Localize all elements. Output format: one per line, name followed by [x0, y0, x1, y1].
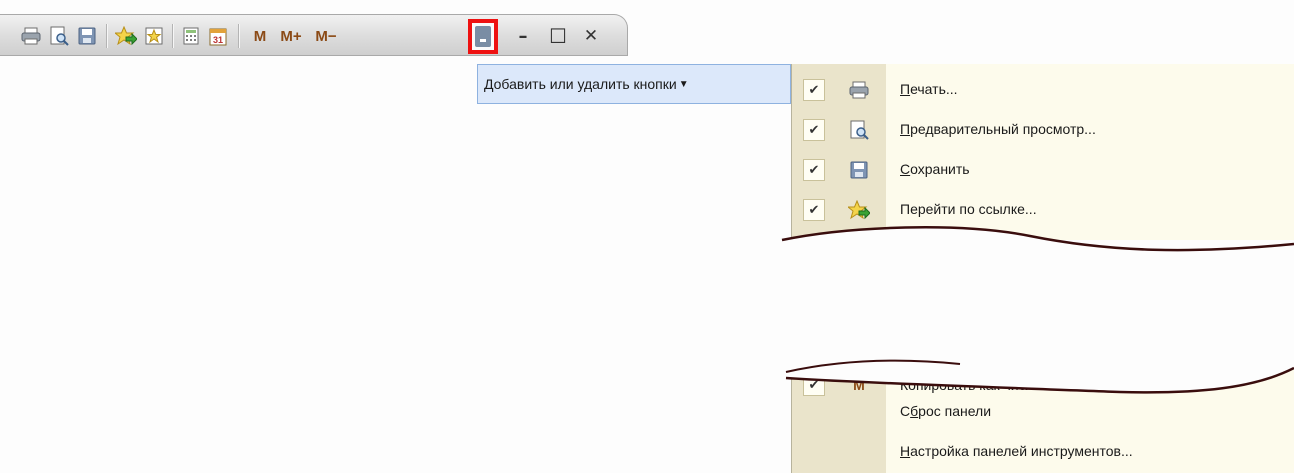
save-icon	[848, 159, 870, 181]
buttons-menu-bottom: ✔ M Копировать как число Сброс панели На…	[791, 366, 1294, 473]
menu-item-go-to-link[interactable]: ✔ Перейти по ссылке...	[792, 190, 1294, 230]
menu-item-label: Печать...	[900, 81, 958, 97]
memory-minus-button[interactable]: M−	[311, 26, 341, 46]
add-remove-buttons-dropdown[interactable]	[468, 19, 498, 54]
svg-text:31: 31	[213, 35, 223, 45]
menu-item-label: Сброс панели	[900, 403, 992, 419]
close-icon[interactable]: ✕	[580, 26, 602, 46]
save-icon[interactable]	[76, 26, 98, 46]
go-to-link-icon	[848, 199, 870, 221]
menu-item-copy-as-number[interactable]: ✔ M Копировать как число	[792, 366, 1294, 396]
menu-item-label: Предварительный просмотр...	[900, 121, 1096, 137]
toolbar: 31 M M+ M− – ☐ ✕	[0, 14, 628, 56]
menu-item-label: Сохранить	[900, 161, 970, 177]
menu-item-label: Настройка панелей инструментов...	[900, 443, 1133, 459]
memory-m-button[interactable]: M	[250, 26, 270, 46]
chevron-down-icon	[475, 26, 491, 47]
maximize-icon[interactable]: ☐	[546, 24, 570, 48]
checkbox[interactable]: ✔	[803, 119, 825, 141]
favorites-icon[interactable]	[143, 26, 165, 46]
menu-item-print[interactable]: ✔ Печать...	[792, 70, 1294, 110]
add-remove-buttons-item[interactable]: Добавить или удалить кнопки ▼	[477, 64, 791, 104]
print-preview-icon	[848, 119, 870, 141]
minimize-icon[interactable]: –	[513, 26, 533, 47]
calculator-icon[interactable]	[180, 26, 202, 46]
menu-item-label: Копировать как число	[900, 377, 1042, 393]
checkbox[interactable]: ✔	[803, 79, 825, 101]
menu-item-toolbar-settings[interactable]: Настройка панелей инструментов...	[792, 432, 1294, 472]
buttons-menu: ✔ Печать... ✔ Предварительный просмотр..…	[791, 64, 1294, 240]
print-icon	[848, 79, 870, 101]
submenu-arrow-icon: ▼	[678, 78, 689, 90]
menu-item-reset-panel[interactable]: Сброс панели	[792, 392, 1294, 432]
checkbox[interactable]: ✔	[803, 199, 825, 221]
go-to-link-icon[interactable]	[114, 26, 138, 46]
print-preview-icon[interactable]	[48, 26, 70, 46]
menu-item-print-preview[interactable]: ✔ Предварительный просмотр...	[792, 110, 1294, 150]
menu-item-label: Перейти по ссылке...	[900, 201, 1037, 217]
checkbox[interactable]: ✔	[803, 159, 825, 181]
add-remove-buttons-label: Добавить или удалить кнопки	[484, 76, 677, 92]
memory-plus-button[interactable]: M+	[276, 26, 306, 46]
menu-item-save[interactable]: ✔ Сохранить	[792, 150, 1294, 190]
print-icon[interactable]	[20, 26, 42, 46]
calendar-icon[interactable]: 31	[207, 26, 229, 46]
